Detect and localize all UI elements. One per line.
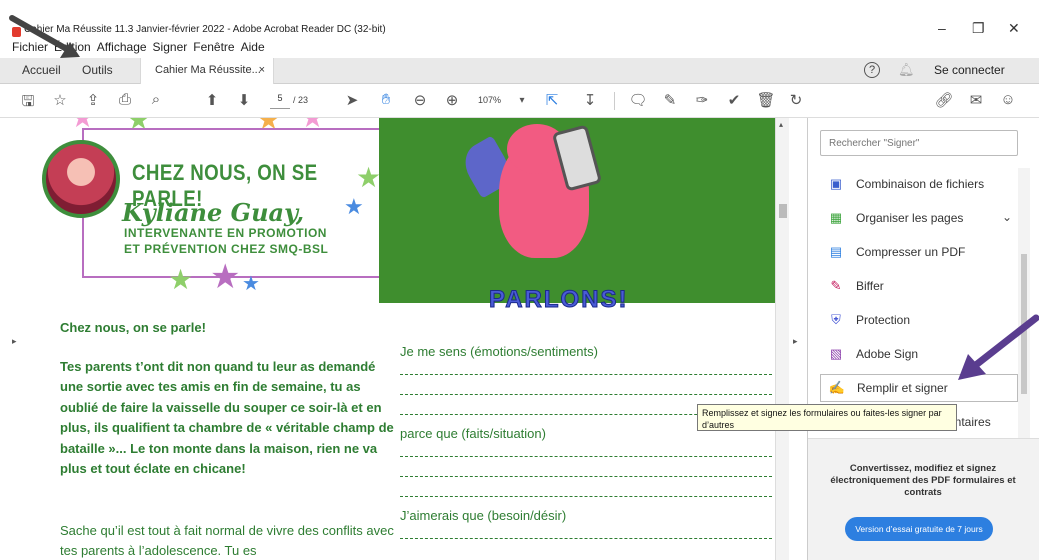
arrow-annotation-top-left	[9, 15, 80, 58]
arrow-annotation-right	[958, 314, 1039, 380]
annotation-arrows	[9, 15, 1039, 380]
